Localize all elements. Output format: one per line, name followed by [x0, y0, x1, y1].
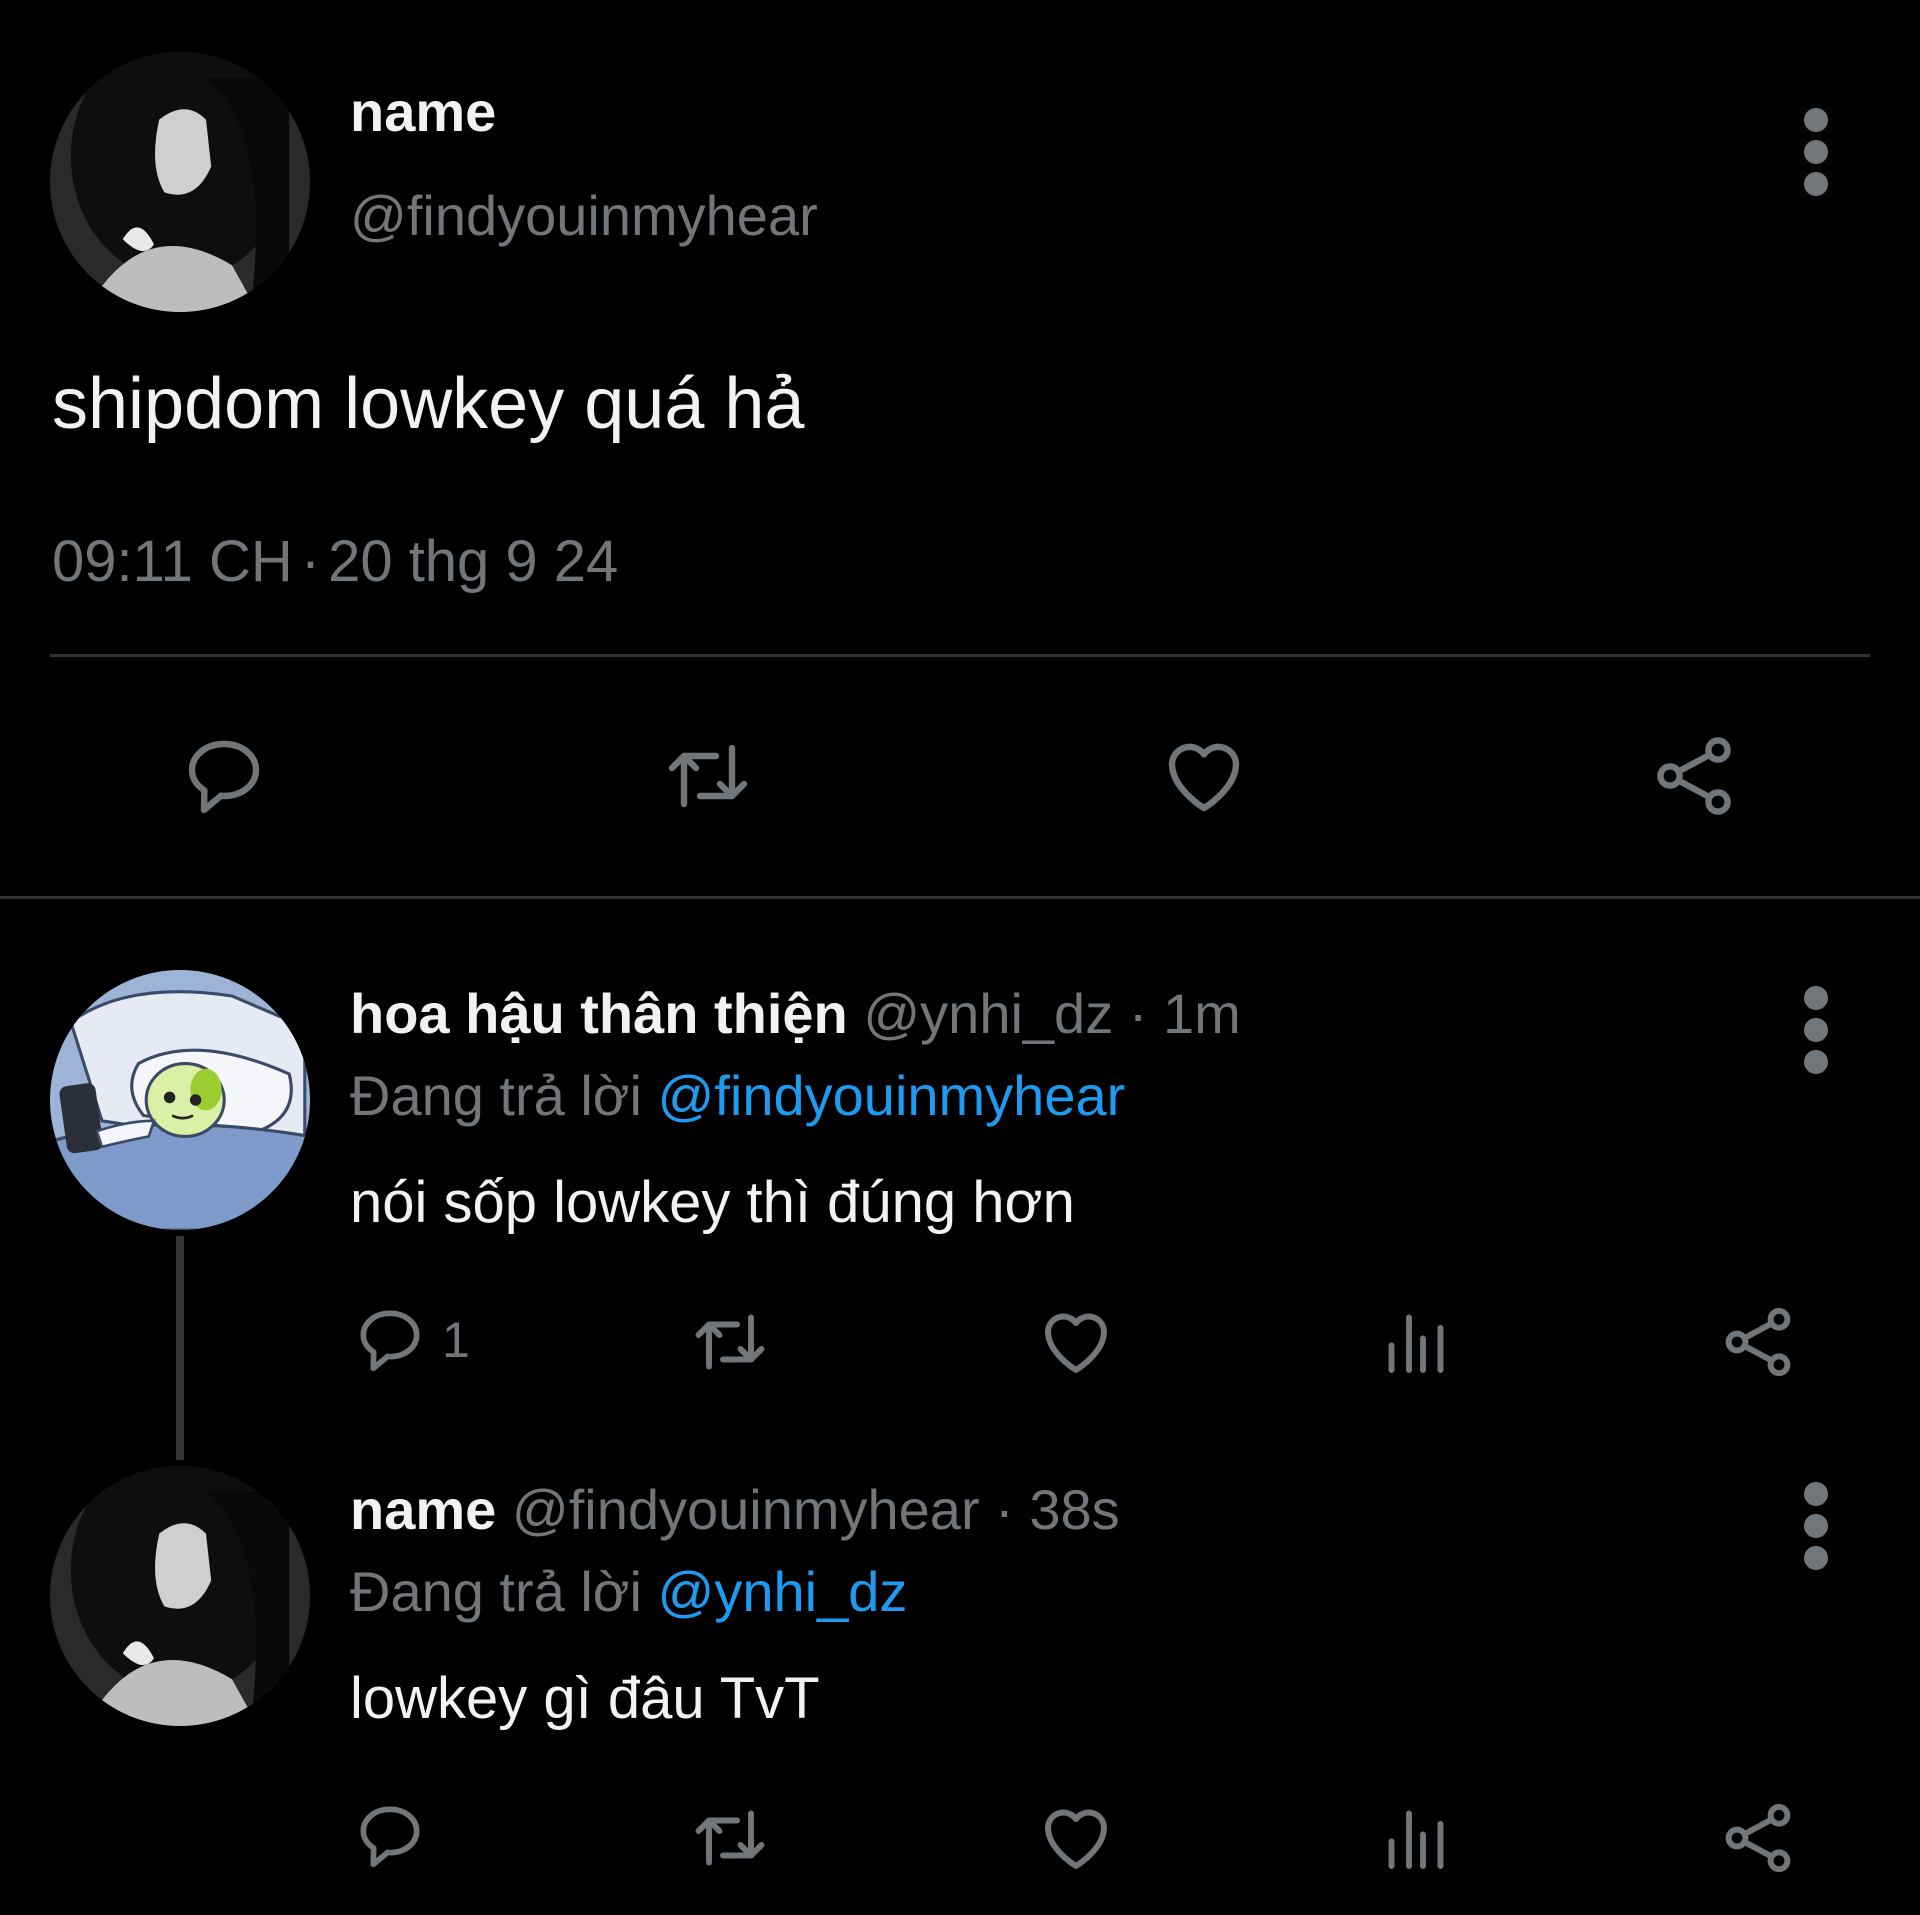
replying-to-mention[interactable]: @ynhi_dz — [658, 1560, 908, 1623]
share-button[interactable] — [1716, 1796, 1800, 1880]
retweet-button[interactable] — [688, 1300, 772, 1384]
section-divider — [0, 896, 1920, 899]
reply-header: hoa hậu thân thiện @ynhi_dz · 1m — [350, 980, 1241, 1048]
retweet-icon — [695, 1314, 765, 1370]
reply-author-avatar[interactable] — [50, 970, 310, 1230]
reply-button[interactable]: 1 — [350, 1300, 470, 1380]
replying-to-line: Đang trả lời @findyouinmyhear — [350, 1062, 1125, 1130]
replying-to-line: Đang trả lời @ynhi_dz — [350, 1558, 907, 1626]
tweet-time: 09:11 CH — [52, 529, 293, 594]
reply-author-name[interactable]: hoa hậu thân thiện — [350, 982, 848, 1045]
share-icon — [1657, 737, 1731, 815]
reply-icon — [360, 1806, 420, 1868]
main-tweet-text: shipdom lowkey quá hả — [52, 364, 805, 444]
more-options-icon[interactable] — [1796, 980, 1836, 1080]
avatar-photo-dark-hair — [50, 52, 310, 312]
replying-to-prefix: Đang trả lời — [350, 1560, 642, 1623]
replying-to-mention[interactable]: @findyouinmyhear — [658, 1064, 1126, 1127]
reply-author-handle[interactable]: @findyouinmyhear — [512, 1478, 980, 1541]
avatar-cartoon-in-bed — [50, 970, 310, 1230]
main-author-name[interactable]: name — [350, 78, 496, 146]
views-button[interactable] — [1374, 1796, 1458, 1880]
avatar-photo-dark-hair — [50, 1466, 310, 1726]
reply-icon — [360, 1310, 420, 1372]
meta-separator: · — [995, 1478, 1014, 1541]
share-button[interactable] — [1716, 1300, 1800, 1384]
main-tweet-timestamp: 09:11 CH · 20 thg 9 24 — [52, 528, 618, 596]
thread-connector — [176, 1236, 184, 1460]
meta-separator: · — [1128, 982, 1148, 1045]
retweet-icon — [695, 1810, 765, 1866]
reply-text: lowkey gì đâu TvT — [350, 1666, 820, 1731]
more-options-icon[interactable] — [1796, 1476, 1836, 1576]
retweet-button[interactable] — [660, 728, 756, 824]
analytics-icon — [1388, 1314, 1444, 1373]
retweet-button[interactable] — [688, 1796, 772, 1880]
heart-icon — [1168, 743, 1240, 812]
meta-separator: · — [300, 529, 321, 594]
main-author-avatar[interactable] — [50, 52, 310, 312]
share-icon — [1725, 1307, 1791, 1377]
reply-author-handle[interactable]: @ynhi_dz — [863, 982, 1113, 1045]
like-button[interactable] — [1034, 1300, 1118, 1384]
reply-author-name[interactable]: name — [350, 1478, 496, 1541]
like-button[interactable] — [1156, 728, 1252, 824]
main-author-handle[interactable]: @findyouinmyhear — [350, 182, 818, 250]
reply-time: 1m — [1162, 982, 1241, 1045]
share-button[interactable] — [1646, 728, 1742, 824]
reply-header: name @findyouinmyhear · 38s — [350, 1476, 1120, 1544]
divider — [50, 654, 1870, 657]
analytics-icon — [1388, 1810, 1444, 1869]
share-icon — [1725, 1803, 1791, 1873]
reply-count: 1 — [442, 1312, 470, 1368]
heart-icon — [1045, 1313, 1107, 1373]
views-button[interactable] — [1374, 1300, 1458, 1384]
reply-author-avatar[interactable] — [50, 1466, 310, 1726]
reply-button[interactable] — [350, 1796, 430, 1876]
reply-button[interactable] — [176, 728, 272, 824]
reply-time: 38s — [1029, 1478, 1120, 1541]
like-button[interactable] — [1034, 1796, 1118, 1880]
reply-text: nói sốp lowkey thì đúng hơn — [350, 1170, 1075, 1235]
reply-icon — [188, 740, 260, 814]
replying-to-prefix: Đang trả lời — [350, 1064, 642, 1127]
heart-icon — [1045, 1809, 1107, 1869]
retweet-icon — [668, 744, 748, 808]
more-options-icon[interactable] — [1796, 102, 1836, 202]
tweet-date: 20 thg 9 24 — [328, 529, 619, 594]
